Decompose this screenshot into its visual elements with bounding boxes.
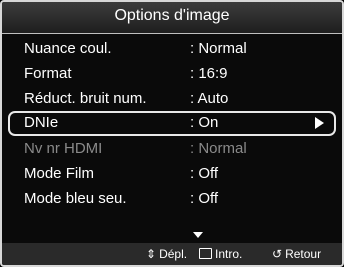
- hint-return-label: Retour: [285, 247, 322, 261]
- up-down-arrows-icon: ⇕: [146, 247, 157, 261]
- menu-list: Nuance coul. : Normal Format : 16:9 Rédu…: [2, 36, 342, 211]
- menu-item-value: : Normal: [190, 140, 247, 157]
- menu-item-label: Mode bleu seu.: [24, 190, 127, 207]
- menu-item-nuance-coul[interactable]: Nuance coul. : Normal: [2, 36, 342, 61]
- menu-item-value: : Auto: [190, 90, 229, 107]
- scroll-down-arrow-icon[interactable]: [193, 232, 203, 238]
- menu-title: Options d'image: [114, 7, 230, 24]
- enter-icon: [199, 248, 212, 259]
- menu-item-mode-bleu[interactable]: Mode bleu seu. : Off: [2, 186, 342, 211]
- menu-item-value: : Off: [190, 190, 219, 207]
- hint-move: ⇕ Dépl.: [146, 247, 187, 261]
- footer-hints: ⇕ Dépl. Intro. ↺ Retour: [2, 243, 342, 265]
- title-bar: Options d'image: [2, 2, 342, 34]
- menu-item-reduct-bruit[interactable]: Réduct. bruit num. : Auto: [2, 86, 342, 111]
- hint-enter-label: Intro.: [215, 247, 243, 261]
- hint-move-label: Dépl.: [159, 247, 188, 261]
- menu-item-format[interactable]: Format : 16:9: [2, 61, 342, 86]
- menu-item-mode-film[interactable]: Mode Film : Off: [2, 161, 342, 186]
- menu-item-value: : On: [190, 114, 219, 131]
- menu-item-label: Réduct. bruit num.: [24, 90, 147, 107]
- menu-item-label: Nuance coul.: [24, 40, 112, 57]
- menu-item-dnie[interactable]: DNIe : On: [8, 111, 336, 136]
- menu-item-label: Format: [24, 65, 72, 82]
- menu-item-label: DNIe: [24, 114, 59, 131]
- hint-enter: Intro.: [199, 247, 242, 261]
- picture-options-menu: Options d'image Nuance coul. : Normal Fo…: [0, 0, 344, 267]
- menu-item-nv-nr-hdmi: Nv nr HDMI : Normal: [2, 136, 342, 161]
- menu-item-label: Mode Film: [24, 165, 95, 182]
- menu-item-value: : Normal: [190, 40, 247, 57]
- menu-item-value: : Off: [190, 165, 219, 182]
- right-arrow-icon: [315, 117, 324, 129]
- return-icon: ↺: [272, 247, 283, 261]
- menu-item-value: : 16:9: [190, 65, 228, 82]
- hint-return: ↺ Retour: [272, 247, 321, 261]
- menu-item-label: Nv nr HDMI: [24, 140, 103, 157]
